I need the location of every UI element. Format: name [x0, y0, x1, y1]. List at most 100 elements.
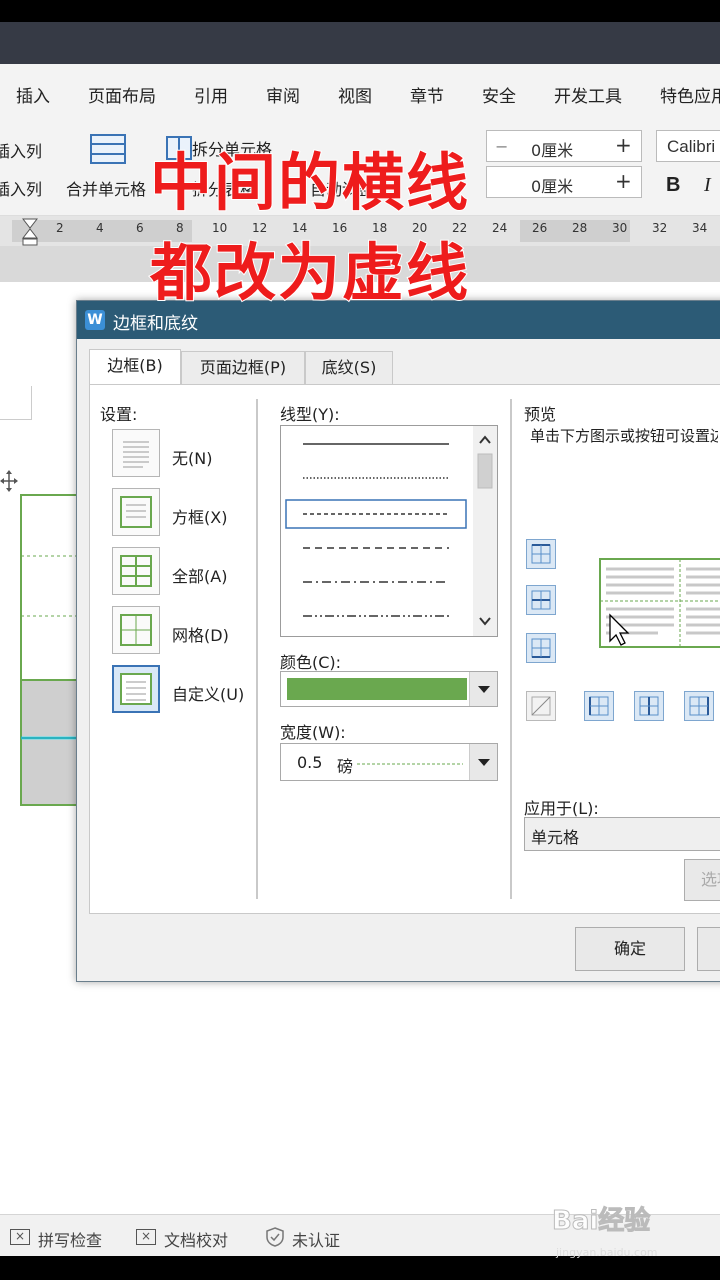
- italic-button[interactable]: I: [704, 174, 711, 197]
- width-line-sample: [357, 763, 463, 765]
- top-border-button[interactable]: [526, 539, 556, 569]
- doc-proof-button[interactable]: 文档校对: [164, 1227, 228, 1251]
- inside-horizontal-border-button[interactable]: [526, 585, 556, 615]
- ruler-number: 6: [136, 221, 144, 235]
- setting-all-label[interactable]: 全部(A): [172, 563, 227, 587]
- width-label: 宽度(W):: [280, 723, 346, 742]
- border-preview[interactable]: [598, 557, 720, 649]
- merge-cells-button[interactable]: 合并单元格: [66, 176, 146, 200]
- page-corner-mark: [0, 386, 32, 420]
- col-width-stepper[interactable]: 0厘米 +: [486, 166, 642, 198]
- menu-references[interactable]: 引用: [194, 82, 228, 107]
- menu-security[interactable]: 安全: [482, 82, 516, 107]
- plus-icon[interactable]: +: [615, 133, 632, 157]
- col-width-value: 0厘米: [531, 177, 574, 196]
- setting-all-icon[interactable]: [112, 547, 160, 595]
- title-bar: [0, 22, 720, 64]
- font-name-select[interactable]: Calibri: [656, 130, 720, 162]
- watermark-url: jingyan.baidu.com: [556, 1246, 658, 1259]
- font-name-value: Calibri: [667, 137, 716, 156]
- line-style-label: 线型(Y):: [280, 405, 340, 424]
- width-unit: 磅: [337, 757, 354, 776]
- top-black-bar: [0, 0, 720, 22]
- chevron-down-icon[interactable]: [469, 744, 497, 780]
- menu-bar: 插入 页面布局 引用 审阅 视图 章节 安全 开发工具 特色应用: [0, 64, 720, 120]
- diagonal-down-border-button[interactable]: [526, 691, 556, 721]
- ok-button[interactable]: 确定: [575, 927, 685, 971]
- tab-shading[interactable]: 底纹(S): [305, 351, 393, 385]
- row-height-value: 0厘米: [531, 141, 574, 160]
- minus-icon[interactable]: −: [495, 137, 508, 156]
- dialog-title: 边框和底纹: [113, 314, 198, 334]
- merge-cells-icon[interactable]: [90, 134, 126, 164]
- insert-col-right-button[interactable]: 插入列: [0, 176, 42, 200]
- ruler-number: 26: [532, 221, 548, 235]
- uncertified-status[interactable]: 未认证: [292, 1227, 340, 1251]
- options-button-label: 选项: [701, 870, 720, 889]
- caption-line-1: 中间的横线: [149, 145, 471, 220]
- apply-to-select[interactable]: 单元格: [524, 817, 720, 851]
- preview-label: 预览: [524, 405, 557, 424]
- menu-developer-tools[interactable]: 开发工具: [554, 82, 622, 107]
- divider: [256, 399, 258, 899]
- setting-custom-icon[interactable]: [112, 665, 160, 713]
- divider: [510, 399, 512, 899]
- options-button[interactable]: 选项: [684, 859, 720, 901]
- screen: 插入 页面布局 引用 审阅 视图 章节 安全 开发工具 特色应用 插入列 插入列…: [0, 0, 720, 1280]
- setting-grid-label[interactable]: 网格(D): [172, 622, 229, 646]
- color-label: 颜色(C):: [280, 653, 342, 672]
- menu-view[interactable]: 视图: [338, 82, 372, 107]
- menu-insert[interactable]: 插入: [16, 82, 50, 107]
- caption-line-2: 都改为虚线: [149, 235, 471, 310]
- chevron-down-icon[interactable]: [469, 672, 497, 706]
- preview-hint: 单击下方图示或按钮可设置边框: [530, 427, 718, 445]
- row-height-stepper[interactable]: − 0厘米 +: [486, 130, 642, 162]
- width-value: 0.5: [297, 753, 323, 772]
- ok-button-label: 确定: [613, 939, 646, 958]
- color-select[interactable]: [280, 671, 498, 707]
- settings-label: 设置:: [100, 405, 138, 424]
- setting-box-icon[interactable]: [112, 488, 160, 536]
- tab-borders[interactable]: 边框(B): [89, 349, 181, 385]
- ruler-number: 32: [652, 221, 668, 235]
- ruler-number: 4: [96, 221, 104, 235]
- ruler-number: 30: [612, 221, 628, 235]
- bottom-border-button[interactable]: [526, 633, 556, 663]
- inside-vertical-border-button[interactable]: [634, 691, 664, 721]
- spell-check-icon[interactable]: ×: [10, 1229, 30, 1245]
- menu-special-apps[interactable]: 特色应用: [660, 82, 720, 107]
- menu-page-layout[interactable]: 页面布局: [88, 82, 156, 107]
- setting-none-icon[interactable]: [112, 429, 160, 477]
- menu-chapter[interactable]: 章节: [410, 82, 444, 107]
- ruler-number: 2: [56, 221, 64, 235]
- wps-logo-icon: W: [85, 310, 105, 330]
- ruler-number: 34: [692, 221, 708, 235]
- menu-review[interactable]: 审阅: [266, 82, 300, 107]
- apply-to-value: 单元格: [531, 828, 580, 847]
- line-style-scrollbar[interactable]: [473, 426, 497, 636]
- doc-proof-icon[interactable]: ×: [136, 1229, 156, 1245]
- apply-to-label: 应用于(L):: [524, 799, 599, 818]
- document-table[interactable]: [20, 494, 80, 806]
- spell-check-button[interactable]: 拼写检查: [38, 1227, 102, 1251]
- indent-marker-icon[interactable]: [22, 218, 38, 246]
- borders-and-shading-dialog: W 边框和底纹 边框(B) 页面边框(P) 底纹(S) 设置: 无(N) 方框(…: [76, 300, 720, 982]
- right-border-button[interactable]: [684, 691, 714, 721]
- setting-none-label[interactable]: 无(N): [172, 445, 212, 469]
- setting-custom-label[interactable]: 自定义(U): [172, 681, 244, 705]
- table-move-handle-icon[interactable]: [0, 470, 18, 492]
- color-swatch: [287, 678, 467, 700]
- tab-page-border[interactable]: 页面边框(P): [181, 351, 305, 385]
- plus-icon[interactable]: +: [615, 169, 632, 193]
- left-border-button[interactable]: [584, 691, 614, 721]
- shield-icon[interactable]: [266, 1227, 284, 1247]
- insert-col-left-button[interactable]: 插入列: [0, 138, 42, 162]
- cancel-button[interactable]: [697, 927, 720, 971]
- setting-box-label[interactable]: 方框(X): [172, 504, 227, 528]
- dialog-body: 设置: 无(N) 方框(X) 全部(A) 网格(D) 自定义(U) 线型(Y):…: [89, 384, 720, 914]
- bottom-black-bar: [0, 1256, 720, 1280]
- setting-grid-icon[interactable]: [112, 606, 160, 654]
- line-style-list[interactable]: [280, 425, 498, 637]
- width-select[interactable]: 0.5 磅: [280, 743, 498, 781]
- bold-button[interactable]: B: [666, 174, 680, 197]
